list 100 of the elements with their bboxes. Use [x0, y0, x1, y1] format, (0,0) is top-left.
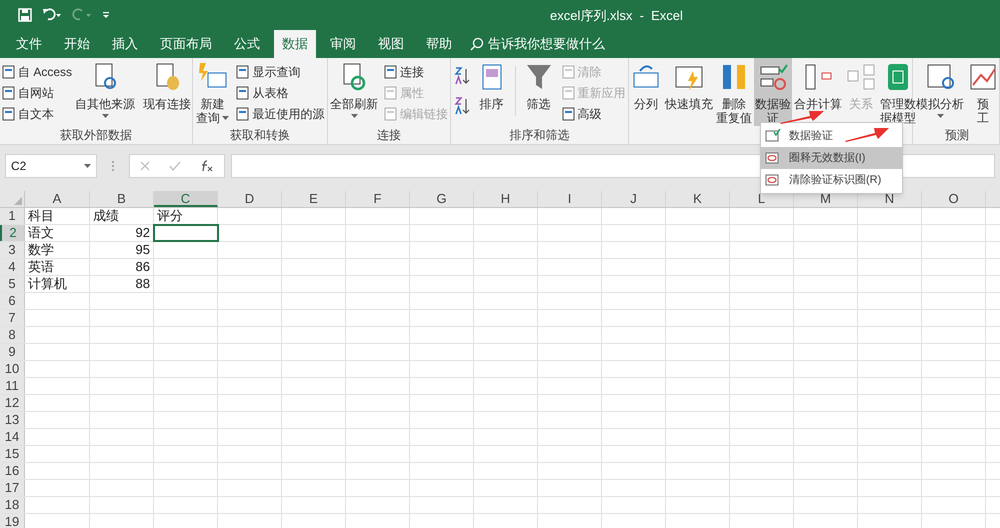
row-header[interactable]: 1 [0, 208, 25, 224]
column-header[interactable]: I [538, 191, 602, 207]
group-label: 连接 [377, 127, 401, 144]
ribbon-button[interactable]: 筛选 [522, 58, 556, 126]
ribbon-tab[interactable]: 页面布局 [152, 30, 220, 58]
tell-me-field[interactable]: 告诉我你想要做什么 [470, 30, 605, 58]
undo-icon[interactable] [42, 8, 62, 22]
row-header[interactable]: 16 [0, 463, 25, 479]
row-header[interactable]: 10 [0, 361, 25, 377]
row-header[interactable]: 7 [0, 310, 25, 326]
ribbon-button[interactable]: 合并计算 [793, 58, 843, 126]
ribbon-button[interactable]: 自其他来源 [74, 58, 136, 126]
ribbon-tab[interactable]: 视图 [370, 30, 412, 58]
small-command-icon [560, 106, 576, 122]
annotation-arrow [780, 110, 824, 124]
name-box[interactable]: C2 [5, 154, 97, 178]
row-header[interactable]: 15 [0, 446, 25, 462]
caret-icon [222, 116, 229, 120]
save-icon[interactable] [18, 8, 32, 22]
ribbon-tab[interactable]: 文件 [8, 30, 50, 58]
table-cell: 数学 [25, 242, 90, 258]
menu-item[interactable]: 数据验证 [761, 125, 902, 147]
column-header[interactable]: D [218, 191, 282, 207]
row-header[interactable]: 9 [0, 344, 25, 360]
row-header[interactable]: 2 [0, 225, 25, 241]
column-header[interactable]: E [282, 191, 346, 207]
column-header[interactable]: H [474, 191, 538, 207]
ribbon-button[interactable]: 全部刷新 [329, 58, 379, 126]
column-header[interactable]: G [410, 191, 474, 207]
menu-item[interactable]: 圈释无效数据(I) [761, 147, 902, 169]
ribbon-small-button[interactable]: 连接 [382, 62, 449, 82]
column-header[interactable]: C [154, 191, 218, 207]
ribbon-button[interactable]: 模拟分析 [915, 58, 965, 126]
ribbon-tab[interactable]: 审阅 [322, 30, 364, 58]
caret-icon [350, 114, 358, 118]
ribbon-small-button[interactable]: 显示查询 [234, 62, 326, 82]
row-header[interactable]: 6 [0, 293, 25, 309]
ribbon-small-button[interactable]: 自网站 [0, 83, 74, 103]
group-label: 排序和筛选 [510, 127, 570, 144]
annotation-arrow [845, 126, 889, 142]
small-command-icon [235, 85, 252, 101]
ribbon-tab[interactable]: 帮助 [418, 30, 460, 58]
small-command-icon [235, 64, 252, 80]
row-header[interactable]: 3 [0, 242, 25, 258]
small-command-icon [560, 85, 576, 101]
ribbon-small-button[interactable]: 高级 [560, 104, 626, 124]
menu-item-icon [765, 151, 781, 165]
ribbon-button[interactable]: 分列 [629, 58, 663, 126]
ribbon-button[interactable]: 快速填充 [664, 58, 714, 126]
ribbon-tab[interactable]: 开始 [56, 30, 98, 58]
table-cell: 英语 [25, 259, 90, 275]
row-header[interactable]: 14 [0, 429, 25, 445]
row-header[interactable]: 17 [0, 480, 25, 496]
menu-item[interactable]: 清除验证标识圈(R) [761, 169, 902, 191]
column-header[interactable]: J [602, 191, 666, 207]
row-header[interactable]: 4 [0, 259, 25, 275]
table-cell: 计算机 [25, 276, 90, 292]
ribbon-small-button[interactable]: 从表格 [234, 83, 326, 103]
grip-icon [111, 160, 115, 172]
ribbon-tab[interactable]: 公式 [226, 30, 268, 58]
ribbon-button[interactable]: 新建 查询 [194, 58, 230, 126]
table-cell: 科目 [25, 208, 90, 224]
window-title: excel序列.xlsx - Excel [550, 7, 683, 25]
ribbon-button[interactable]: 现有连接 [142, 58, 192, 126]
column-header[interactable]: A [25, 191, 90, 207]
row-header[interactable]: 5 [0, 276, 25, 292]
search-icon [470, 37, 484, 51]
ribbon-tab[interactable]: 数据 [274, 30, 316, 58]
insert-function-icon[interactable] [200, 160, 214, 172]
row-header[interactable]: 13 [0, 412, 25, 428]
column-header[interactable]: O [922, 191, 986, 207]
column-header[interactable]: F [346, 191, 410, 207]
corner-triangle-icon [14, 197, 22, 205]
small-command-icon [383, 106, 399, 122]
small-command-icon [383, 64, 399, 80]
ribbon-small-button[interactable]: 自文本 [0, 104, 74, 124]
menu-item-icon [765, 173, 781, 187]
group-label: 预测 [945, 127, 969, 144]
ribbon-button[interactable]: 删除 重复值 [715, 58, 753, 126]
column-header[interactable]: K [666, 191, 730, 207]
customize-toolbar-icon[interactable] [102, 11, 110, 19]
tell-me-placeholder: 告诉我你想要做什么 [488, 35, 605, 54]
small-command-icon [235, 106, 252, 122]
active-cell[interactable] [154, 225, 218, 241]
table-cell: 评分 [154, 208, 218, 224]
row-header[interactable]: 12 [0, 395, 25, 411]
ribbon-button[interactable]: 排序 [474, 58, 508, 126]
ribbon-small-button[interactable]: 最近使用的源 [234, 104, 326, 124]
row-header[interactable]: 11 [0, 378, 25, 394]
row-header[interactable]: 8 [0, 327, 25, 343]
ribbon-button[interactable]: 预 工 [966, 58, 1000, 126]
row-header[interactable]: 19 [0, 514, 25, 528]
table-cell: 86 [90, 259, 154, 275]
ribbon-small-button[interactable]: 自 Access [0, 62, 74, 82]
row-header[interactable]: 18 [0, 497, 25, 513]
small-command-icon [560, 64, 576, 80]
sort-icon[interactable] [454, 96, 470, 116]
sort-icon[interactable] [454, 66, 470, 86]
table-cell: 92 [90, 225, 154, 241]
ribbon-tab[interactable]: 插入 [104, 30, 146, 58]
